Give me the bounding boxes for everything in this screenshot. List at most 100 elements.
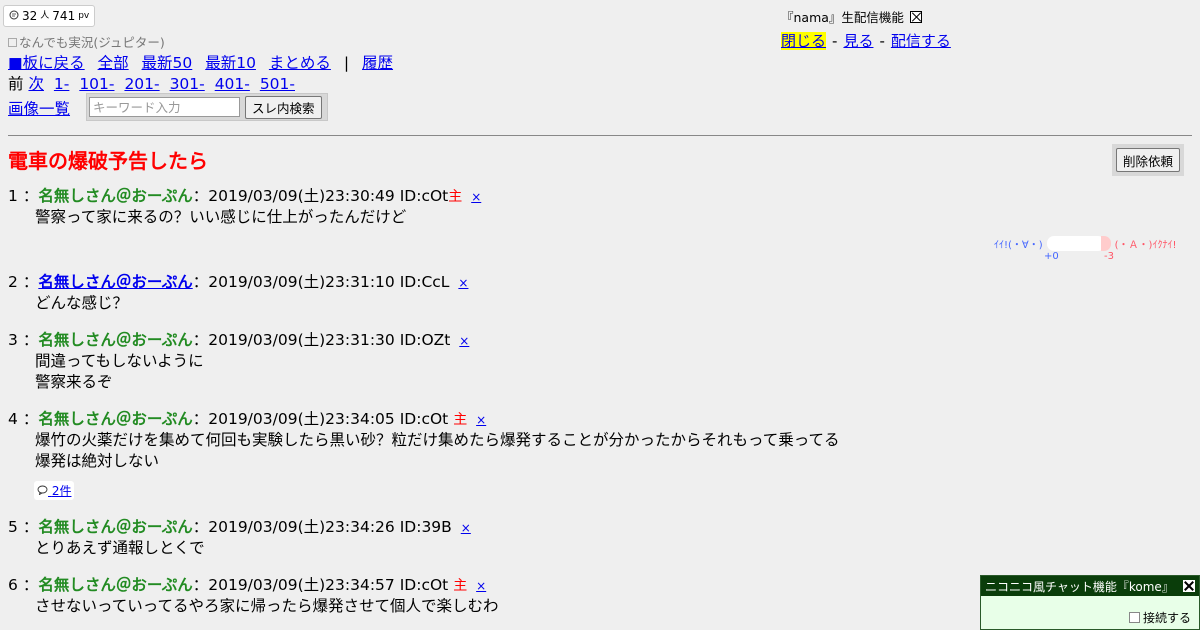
nama-close-link[interactable]: 閉じる bbox=[781, 32, 827, 50]
delete-post-icon[interactable]: × bbox=[459, 334, 469, 348]
post: 6 ：名無しさん＠おーぷん：2019/03/09(土)23:34:57 ID:c… bbox=[8, 575, 1108, 617]
post-number: 4 bbox=[8, 410, 18, 428]
prev-label: 前 bbox=[8, 75, 24, 93]
nama-panel-title: 『nama』生配信機能 bbox=[781, 7, 922, 26]
post: 3 ：名無しさん＠おーぷん：2019/03/09(土)23:31:30 ID:O… bbox=[8, 330, 1108, 393]
delete-post-icon[interactable]: × bbox=[476, 413, 486, 427]
divider bbox=[8, 135, 1192, 136]
next-link[interactable]: 次 bbox=[28, 75, 44, 93]
poster-id[interactable]: ID:cOt bbox=[400, 187, 449, 205]
thread-search: スレ内検索 bbox=[86, 93, 328, 121]
all-posts-link[interactable]: 全部 bbox=[98, 54, 129, 72]
pv-count: 741 bbox=[52, 9, 76, 23]
thread-title: 電車の爆破予告したら bbox=[8, 149, 208, 173]
range-link-101[interactable]: 101- bbox=[79, 75, 114, 93]
bad-vote-count: -3 bbox=[1104, 251, 1114, 262]
post-date: 2019/03/09(土)23:31:30 bbox=[208, 331, 395, 349]
post-line: 間違ってもしないように bbox=[35, 352, 204, 370]
good-vote-button[interactable]: ｲｲ!(・∀・) bbox=[994, 236, 1043, 251]
thread-nav: ■板に戻る 全部 最新50 最新10 まとめる | 履歴 bbox=[8, 51, 401, 73]
owner-mark: 主 bbox=[448, 189, 463, 205]
nav-separator: | bbox=[343, 54, 350, 72]
owner-mark: 主 bbox=[453, 578, 468, 594]
nama-title-label: 『nama』生配信機能 bbox=[781, 10, 904, 25]
nama-watch-link[interactable]: 見る bbox=[843, 32, 873, 50]
nama-controls: 閉じる - 見る - 配信する bbox=[781, 30, 951, 51]
board-name-label: なんでも実況(ジュピター) bbox=[19, 35, 165, 50]
back-to-board-link[interactable]: ■板に戻る bbox=[8, 54, 85, 72]
post-sep: ： bbox=[22, 273, 39, 291]
bad-vote-button[interactable]: (・Ａ・)ｲｸﾅｲ! bbox=[1115, 236, 1177, 251]
post-sep: ： bbox=[22, 331, 39, 349]
nama-broadcast-link[interactable]: 配信する bbox=[891, 32, 951, 50]
good-vote-count: +0 bbox=[1044, 251, 1059, 262]
connect-label: 接続する bbox=[1142, 611, 1191, 625]
range-link-401[interactable]: 401- bbox=[215, 75, 250, 93]
latest10-link[interactable]: 最新10 bbox=[205, 54, 256, 72]
post-body: 間違ってもしないように 警察来るぞ bbox=[35, 351, 1108, 393]
kome-chat-panel: ニコニコ風チャット機能『kome』 接続する bbox=[980, 575, 1200, 630]
summarize-link[interactable]: まとめる bbox=[269, 54, 331, 72]
post-number: 1 bbox=[8, 187, 18, 205]
poster-name-link[interactable]: 名無しさん＠おーぷん bbox=[38, 273, 192, 291]
post-line: 警察来るぞ bbox=[35, 373, 113, 391]
post-body: させないっていってるやろ家に帰ったら爆発させて個人で楽しむわ bbox=[35, 596, 1108, 617]
poster-id[interactable]: ID:CcL bbox=[400, 273, 450, 291]
range-link-301[interactable]: 301- bbox=[170, 75, 205, 93]
post: 4 ：名無しさん＠おーぷん：2019/03/09(土)23:34:05 ID:c… bbox=[8, 409, 1108, 472]
people-unit: 人 bbox=[40, 11, 50, 21]
reply-count-link[interactable]: 2件 bbox=[34, 481, 75, 500]
delete-request-button[interactable]: 削除依頼 bbox=[1116, 148, 1181, 172]
post-number: 2 bbox=[8, 273, 18, 291]
post-sep: ： bbox=[192, 331, 209, 349]
kome-title: ニコニコ風チャット機能『kome』 bbox=[985, 579, 1174, 594]
post-number: 5 bbox=[8, 518, 18, 536]
post-line: 爆竹の火薬だけを集めて何回も実験したら黒い砂？粒だけ集めたら爆発することが分かっ… bbox=[35, 431, 840, 449]
delete-post-icon[interactable]: × bbox=[461, 521, 471, 535]
latest50-link[interactable]: 最新50 bbox=[142, 54, 193, 72]
vote-widget: ｲｲ!(・∀・) (・Ａ・)ｲｸﾅｲ! +0 -3 bbox=[994, 236, 1186, 263]
poster-id[interactable]: ID:39B bbox=[400, 518, 452, 536]
close-icon[interactable] bbox=[1183, 580, 1195, 592]
post-sep: ： bbox=[22, 187, 39, 205]
post: 2 ：名無しさん＠おーぷん：2019/03/09(土)23:31:10 ID:C… bbox=[8, 272, 1108, 314]
vote-bar-negative bbox=[1100, 236, 1111, 251]
post-line: 警察って家に来るの？いい感じに仕上がったんだけど bbox=[35, 208, 407, 226]
delete-post-icon[interactable]: × bbox=[458, 276, 468, 290]
delete-request-wrap: 削除依頼 bbox=[1112, 144, 1185, 176]
kome-connect-option: 接続する bbox=[1128, 609, 1191, 626]
search-input[interactable] bbox=[89, 97, 240, 117]
range-link-201[interactable]: 201- bbox=[124, 75, 159, 93]
post-date: 2019/03/09(土)23:34:57 bbox=[208, 576, 395, 594]
owner-mark: 主 bbox=[453, 412, 468, 428]
poster-id[interactable]: ID:cOt bbox=[400, 576, 449, 594]
image-gallery-link[interactable]: 画像一覧 bbox=[8, 97, 70, 119]
delete-post-icon[interactable]: × bbox=[476, 579, 486, 593]
speech-bubble-icon bbox=[37, 484, 52, 498]
range-link-1[interactable]: 1- bbox=[54, 75, 69, 93]
post-sep: ： bbox=[192, 576, 209, 594]
board-name: なんでも実況(ジュピター) bbox=[8, 32, 165, 51]
history-link[interactable]: 履歴 bbox=[362, 54, 393, 72]
post-line: 爆発は絶対しない bbox=[35, 452, 160, 470]
poster-name: 名無しさん＠おーぷん bbox=[38, 576, 193, 594]
post-sep: ： bbox=[192, 410, 209, 428]
poster-name: 名無しさん＠おーぷん bbox=[38, 518, 193, 536]
poster-name: 名無しさん＠おーぷん bbox=[38, 187, 193, 205]
poster-id[interactable]: ID:cOt bbox=[400, 410, 449, 428]
kome-titlebar: ニコニコ風チャット機能『kome』 bbox=[981, 576, 1199, 596]
close-box-icon[interactable] bbox=[909, 10, 922, 23]
poster-id[interactable]: ID:OZt bbox=[400, 331, 451, 349]
post: 1 ：名無しさん＠おーぷん：2019/03/09(土)23:30:49 ID:c… bbox=[8, 186, 1108, 228]
range-link-501[interactable]: 501- bbox=[260, 75, 295, 93]
search-button[interactable]: スレ内検索 bbox=[245, 95, 322, 119]
post-date: 2019/03/09(土)23:34:26 bbox=[208, 518, 395, 536]
post-date: 2019/03/09(土)23:31:10 bbox=[208, 273, 395, 291]
post-line: とりあえず通報しとくで bbox=[35, 539, 205, 557]
poster-name: 名無しさん＠おーぷん bbox=[38, 410, 193, 428]
post-body: 爆竹の火薬だけを集めて何回も実験したら黒い砂？粒だけ集めたら爆発することが分かっ… bbox=[35, 430, 1108, 472]
page-nav: 前 次 1- 101- 201- 301- 401- 501- bbox=[8, 72, 300, 94]
post-sep: ： bbox=[192, 518, 209, 536]
delete-post-icon[interactable]: × bbox=[471, 190, 481, 204]
connect-checkbox[interactable] bbox=[1128, 612, 1140, 623]
